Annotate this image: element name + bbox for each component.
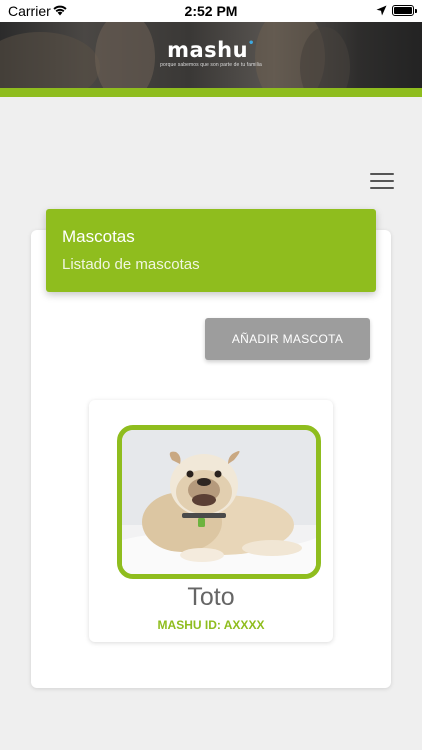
logo[interactable]: mashu• porque sabemos que son parte de t… — [0, 38, 422, 68]
logo-tagline: porque sabemos que son parte de tu famil… — [160, 62, 262, 68]
clock: 2:52 PM — [184, 3, 238, 19]
page-subtitle: Listado de mascotas — [62, 256, 200, 273]
status-bar: Carrier 2:52 PM — [0, 0, 422, 22]
bulldog-photo — [122, 430, 316, 574]
location-icon — [376, 5, 387, 16]
header-banner: mashu• porque sabemos que son parte de t… — [0, 22, 422, 88]
pet-card[interactable]: Toto MASHU ID: AXXXX — [89, 400, 333, 642]
hamburger-menu-icon[interactable] — [370, 172, 394, 189]
battery-icon — [392, 5, 417, 16]
card-header: Mascotas Listado de mascotas — [46, 209, 376, 292]
logo-text: mashu — [167, 38, 249, 62]
pet-photo[interactable] — [117, 425, 321, 579]
pet-mashu-id: MASHU ID: AXXXX — [157, 618, 265, 632]
pet-name: Toto — [187, 583, 235, 611]
add-pet-button[interactable]: AÑADIR MASCOTA — [205, 318, 370, 360]
header-accent-bar — [0, 88, 422, 97]
page-title: Mascotas — [62, 227, 135, 246]
